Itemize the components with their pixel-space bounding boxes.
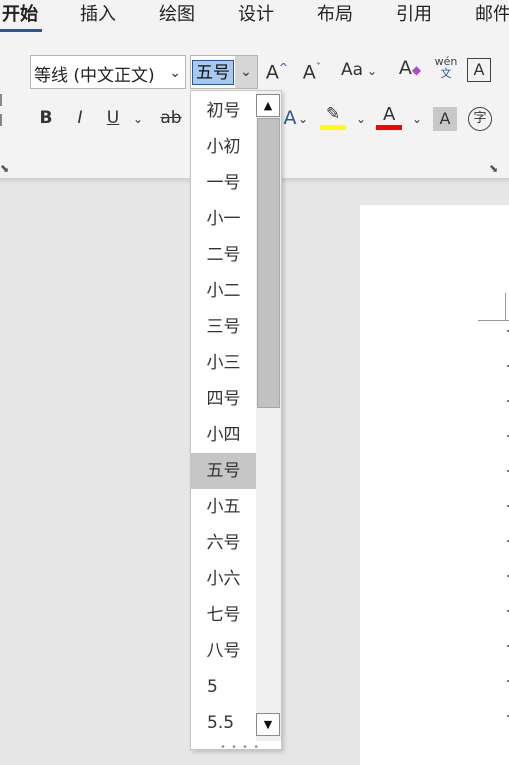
size-option[interactable]: 六号 bbox=[191, 525, 256, 561]
font-color-bar bbox=[376, 125, 402, 130]
chevron-down-icon[interactable]: ⌄ bbox=[412, 112, 422, 126]
clipboard-group-edge bbox=[0, 114, 2, 126]
strikethrough-button[interactable]: ab bbox=[158, 106, 184, 130]
tab-layout[interactable]: 布局 bbox=[317, 2, 353, 28]
clipboard-launcher-icon[interactable]: ⬊ bbox=[0, 162, 9, 175]
size-option-selected[interactable]: 五号 bbox=[191, 453, 256, 489]
character-shading-button[interactable]: A bbox=[433, 107, 457, 131]
size-option[interactable]: 二号 bbox=[191, 237, 256, 273]
scrollbar-thumb[interactable] bbox=[257, 118, 280, 408]
tab-home[interactable]: 开始 bbox=[2, 2, 38, 28]
phonetic-guide-button[interactable]: wén 文 bbox=[434, 56, 458, 80]
size-option[interactable]: 小四 bbox=[191, 417, 256, 453]
font-size-combobox[interactable]: 五号 ⌄ bbox=[190, 55, 258, 89]
enclose-characters-button[interactable]: 字 bbox=[468, 107, 492, 131]
size-option[interactable]: 小五 bbox=[191, 489, 256, 525]
size-option[interactable]: 七号 bbox=[191, 597, 256, 633]
size-option[interactable]: 小三 bbox=[191, 345, 256, 381]
font-color-button[interactable]: A bbox=[376, 104, 402, 132]
size-option[interactable]: 四号 bbox=[191, 381, 256, 417]
margin-corner-mark bbox=[505, 293, 506, 321]
clipboard-group-edge bbox=[0, 94, 2, 106]
size-option[interactable]: 八号 bbox=[191, 633, 256, 669]
tab-draw[interactable]: 绘图 bbox=[159, 2, 195, 28]
chevron-down-icon[interactable]: ⌄ bbox=[367, 64, 377, 78]
underline-button[interactable]: U bbox=[103, 106, 123, 130]
font-dialog-launcher-icon[interactable]: ⬊ bbox=[489, 162, 498, 175]
tab-references[interactable]: 引用 bbox=[396, 2, 432, 28]
chevron-down-icon[interactable]: ⌄ bbox=[169, 65, 181, 81]
pen-icon: ✎ bbox=[326, 104, 341, 124]
grow-font-button[interactable]: A^ bbox=[263, 56, 291, 84]
change-case-button[interactable]: Aa bbox=[337, 58, 367, 82]
resize-grip-icon[interactable]: • • • • bbox=[220, 742, 260, 753]
size-option[interactable]: 一号 bbox=[191, 165, 256, 201]
ribbon-tab-bar: 开始 插入 绘图 设计 布局 引用 邮件 bbox=[0, 0, 509, 34]
font-name-value: 等线 (中文正文) bbox=[34, 66, 155, 86]
size-option[interactable]: 5 bbox=[191, 669, 256, 705]
tab-mailings[interactable]: 邮件 bbox=[475, 2, 509, 28]
chevron-down-icon[interactable]: ⌄ bbox=[133, 112, 143, 126]
chevron-down-icon[interactable]: ⌄ bbox=[356, 112, 366, 126]
font-size-value[interactable]: 五号 bbox=[192, 60, 234, 85]
size-option[interactable]: 小一 bbox=[191, 201, 256, 237]
highlight-button[interactable]: ✎ bbox=[320, 104, 346, 132]
scroll-down-icon[interactable]: ▼ bbox=[256, 713, 280, 736]
size-option[interactable]: 5.5 bbox=[191, 705, 256, 741]
chevron-down-icon[interactable]: ⌄ bbox=[298, 112, 308, 126]
shrink-font-button[interactable]: Aˇ bbox=[298, 56, 326, 84]
chevron-down-icon[interactable]: ⌄ bbox=[235, 56, 257, 88]
font-color-glyph: A bbox=[383, 104, 396, 125]
scroll-up-icon[interactable]: ▲ bbox=[256, 94, 280, 117]
dropdown-scrollbar[interactable]: ▲ ▼ bbox=[256, 91, 281, 741]
tab-insert[interactable]: 插入 bbox=[80, 2, 116, 28]
bold-button[interactable]: B bbox=[36, 106, 56, 130]
size-option[interactable]: 小初 bbox=[191, 129, 256, 165]
size-option[interactable]: 小二 bbox=[191, 273, 256, 309]
size-option[interactable]: 初号 bbox=[191, 93, 256, 129]
tab-design[interactable]: 设计 bbox=[238, 2, 274, 28]
italic-button[interactable]: I bbox=[70, 106, 90, 130]
highlight-color-bar bbox=[320, 125, 346, 130]
character-border-button[interactable]: A bbox=[467, 58, 491, 82]
document-page[interactable] bbox=[360, 205, 509, 765]
active-tab-indicator bbox=[0, 29, 42, 32]
font-name-combobox[interactable]: 等线 (中文正文) ⌄ bbox=[30, 55, 186, 89]
text-effects-button[interactable]: A bbox=[282, 106, 298, 130]
size-option[interactable]: 小六 bbox=[191, 561, 256, 597]
font-size-dropdown: 初号 小初 一号 小一 二号 小二 三号 小三 四号 小四 五号 小五 六号 小… bbox=[190, 90, 282, 753]
size-option[interactable]: 三号 bbox=[191, 309, 256, 345]
clear-formatting-button[interactable]: A◆ bbox=[396, 56, 424, 82]
